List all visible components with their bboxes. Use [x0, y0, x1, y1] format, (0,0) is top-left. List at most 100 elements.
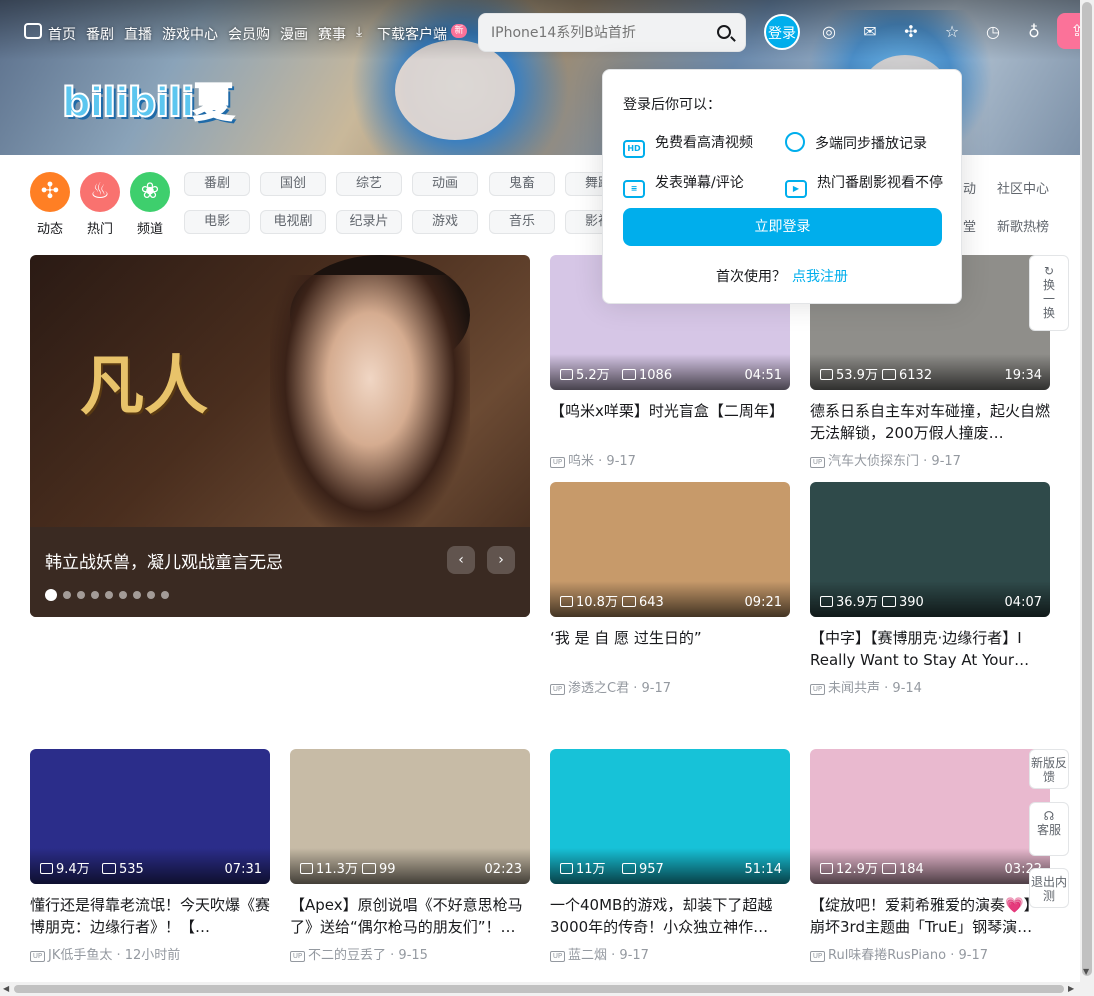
nav-esports[interactable]: 赛事	[318, 24, 346, 44]
history-icon[interactable]: ◷	[983, 22, 1003, 42]
register-link[interactable]: 点我注册	[792, 269, 848, 285]
tag-row1-4[interactable]: 鬼畜	[489, 172, 555, 196]
play-count-icon	[820, 863, 833, 874]
new-badge: 新	[451, 24, 467, 38]
nav-home[interactable]: 首页	[48, 24, 76, 44]
nav-manga[interactable]: 漫画	[280, 24, 308, 44]
scroll-right-arrow[interactable]: ▶	[1068, 984, 1074, 993]
video-title[interactable]: 懂行还是得靠老流氓！今天吹爆《赛博朋克：边缘行者》！【…	[30, 894, 270, 938]
carousel-dot[interactable]	[133, 590, 141, 599]
video-thumbnail[interactable]: 36.9万 390 04:07	[810, 482, 1050, 617]
video-title[interactable]: 德系日系自主车对车碰撞，起火自燃无法解锁，200万假人撞废…	[810, 400, 1050, 444]
video-title[interactable]: 【绽放吧！爱莉希雅爱的演奏💗】崩坏3rd主题曲「TruE」钢琴演…	[810, 894, 1050, 938]
carousel-dot[interactable]	[119, 590, 127, 599]
carousel-dot[interactable]	[105, 590, 113, 599]
feedback-button[interactable]: 新版反馈	[1029, 749, 1069, 789]
vip-icon[interactable]: ◎	[819, 22, 839, 42]
video-author[interactable]: 汽车大侦探东门	[828, 454, 919, 469]
login-avatar-button[interactable]: 登录	[764, 14, 800, 50]
video-author[interactable]: 呜米	[568, 454, 594, 469]
video-card[interactable]: 9.4万 535 07:31 懂行还是得靠老流氓！今天吹爆《赛博朋克：边缘行者》！【……	[30, 749, 270, 963]
channel-dynamic[interactable]: ✣ 动态	[30, 172, 70, 237]
scroll-down-arrow[interactable]: ▼	[1083, 967, 1089, 976]
tag-row2-4[interactable]: 音乐	[489, 210, 555, 234]
login-now-button[interactable]: 立即登录	[623, 208, 942, 246]
tag-row1-0[interactable]: 番剧	[184, 172, 250, 196]
nav-live[interactable]: 直播	[124, 24, 152, 44]
message-icon[interactable]: ✉	[860, 22, 880, 42]
video-thumbnail[interactable]: 11.3万 99 02:23	[290, 749, 530, 884]
video-title[interactable]: 【呜米x咩栗】时光盲盒【二周年】	[550, 400, 790, 444]
tag-row1-2[interactable]: 综艺	[336, 172, 402, 196]
nav-mall[interactable]: 会员购	[228, 24, 270, 44]
favorites-icon[interactable]: ☆	[942, 22, 962, 42]
carousel-prev-button[interactable]: ‹	[447, 546, 475, 574]
tag-row2-0[interactable]: 电影	[184, 210, 250, 234]
video-card[interactable]: 10.8万 643 09:21 ‘我 是 自 愿 过生日的” UP 渗透之C君 · 9-1…	[550, 482, 790, 696]
tag-row1-3[interactable]: 动画	[412, 172, 478, 196]
carousel-dot[interactable]	[63, 590, 71, 599]
bilibili-logo[interactable]: bilibili夏	[61, 70, 235, 128]
service-button[interactable]: ☊ 客服	[1029, 802, 1069, 856]
danmaku-count-icon	[622, 863, 636, 874]
benefit-label: 热门番剧影视看不停	[817, 175, 943, 191]
view-count: 53.9万	[820, 364, 878, 383]
scroll-left-arrow[interactable]: ◀	[3, 984, 9, 993]
tag-row2-2[interactable]: 纪录片	[336, 210, 402, 234]
channel-hot[interactable]: ♨ 热门	[80, 172, 120, 237]
video-title[interactable]: 一个40MB的游戏，却装下了超越3000年的传奇！小众独立神作…	[550, 894, 790, 938]
danmaku-count-icon	[622, 596, 636, 607]
carousel-caption[interactable]: 韩立战妖兽，凝儿观战童言无忌	[45, 548, 283, 573]
danmaku-count-icon	[622, 369, 636, 380]
video-author[interactable]: 渗透之C君	[568, 681, 629, 696]
carousel-next-button[interactable]: ›	[487, 546, 515, 574]
video-card[interactable]: 11.3万 99 02:23 【Apex】原创说唱《不好意思枪马了》送给“偶尔枪马的朋…	[290, 749, 530, 963]
dynamic-icon[interactable]: ✣	[901, 22, 921, 42]
vertical-scrollbar[interactable]: ▼	[1080, 0, 1094, 996]
search-input[interactable]	[491, 23, 701, 43]
video-card[interactable]: 36.9万 390 04:07 【中字】【赛博朋克·边缘行者】I Really Wan…	[810, 482, 1050, 696]
nav-game-center[interactable]: 游戏中心	[162, 24, 218, 44]
video-card[interactable]: 12.9万 184 03:22 【绽放吧！爱莉希雅爱的演奏💗】崩坏3rd主题曲「Tru…	[810, 749, 1050, 963]
horizontal-scrollbar[interactable]: ◀ ▶	[0, 982, 1080, 996]
video-thumbnail[interactable]: 10.8万 643 09:21	[550, 482, 790, 617]
video-author[interactable]: 蓝二烟	[568, 948, 607, 963]
up-icon: UP	[550, 457, 565, 468]
video-thumbnail[interactable]: 12.9万 184 03:22	[810, 749, 1050, 884]
carousel-dot[interactable]	[77, 590, 85, 599]
video-title[interactable]: 【Apex】原创说唱《不好意思枪马了》送给“偶尔枪马的朋友们”！…	[290, 894, 530, 938]
carousel-dot[interactable]	[91, 590, 99, 599]
video-card[interactable]: 11万 957 51:14 一个40MB的游戏，却装下了超越3000年的传奇！小众独立…	[550, 749, 790, 963]
link-community-center[interactable]: 社区中心	[997, 178, 1049, 197]
video-author[interactable]: 未闻共声	[828, 681, 880, 696]
video-title[interactable]: 【中字】【赛博朋克·边缘行者】I Really Want to Stay At …	[810, 627, 1050, 671]
vertical-scroll-thumb[interactable]	[1082, 2, 1092, 976]
carousel-dot[interactable]	[45, 588, 57, 601]
video-author[interactable]: 不二的豆丢了	[308, 948, 386, 963]
exit-beta-button[interactable]: 退出内测	[1029, 868, 1069, 908]
video-title[interactable]: ‘我 是 自 愿 过生日的”	[550, 627, 790, 671]
search-icon[interactable]	[717, 25, 731, 39]
horizontal-scroll-thumb[interactable]	[14, 985, 1064, 993]
video-date: 9-17	[641, 681, 671, 696]
link-dynamic-partial[interactable]: 动	[963, 178, 976, 197]
video-author[interactable]: JK低手鱼太	[48, 948, 112, 963]
channel-channels[interactable]: ❀ 频道	[130, 172, 170, 237]
view-count: 9.4万	[40, 858, 90, 877]
refresh-button[interactable]: ↻ 换一换	[1029, 255, 1069, 331]
carousel[interactable]: 凡人 韩立战妖兽，凝儿观战童言无忌 ‹ ›	[30, 255, 530, 617]
nav-download-client[interactable]: 下载客户端	[377, 24, 447, 44]
tag-row2-1[interactable]: 电视剧	[260, 210, 326, 234]
video-author[interactable]: Rul味春捲RusPiano	[828, 948, 946, 963]
video-thumbnail[interactable]: 11万 957 51:14	[550, 749, 790, 884]
carousel-dot[interactable]	[161, 590, 169, 599]
nav-anime[interactable]: 番剧	[86, 24, 114, 44]
link-hall-partial[interactable]: 堂	[963, 216, 976, 235]
carousel-dot[interactable]	[147, 590, 155, 599]
tag-row1-1[interactable]: 国创	[260, 172, 326, 196]
tag-row2-3[interactable]: 游戏	[412, 210, 478, 234]
link-new-songs[interactable]: 新歌热榜	[997, 216, 1049, 235]
creation-icon[interactable]: ♁	[1024, 22, 1044, 42]
video-thumbnail[interactable]: 9.4万 535 07:31	[30, 749, 270, 884]
download-icon: ⤓	[356, 24, 363, 40]
